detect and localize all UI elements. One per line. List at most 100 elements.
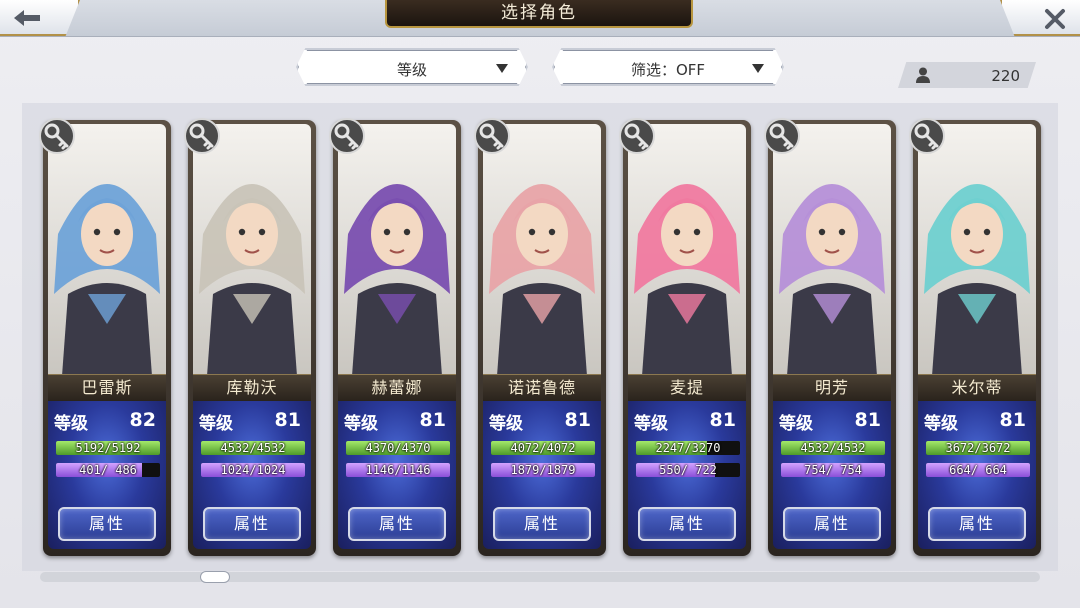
character-count: 220: [991, 67, 1020, 85]
character-card[interactable]: 库勒沃 等级 81 4532/4532 1024/1024 属性: [184, 118, 316, 556]
character-stats: 等级 81 2247/3270 550/ 722 属性: [628, 401, 746, 549]
character-stats: 等级 81 4072/4072 1879/1879 属性: [483, 401, 601, 549]
character-portrait: [918, 124, 1036, 376]
level-value: 81: [419, 409, 446, 431]
attributes-button[interactable]: 属性: [203, 507, 301, 541]
character-name: 库勒沃: [193, 374, 311, 402]
hp-bar: 4370/4370: [346, 441, 450, 455]
hp-value: 5192/5192: [75, 441, 141, 455]
level-value: 81: [564, 409, 591, 431]
level-label: 等级: [634, 414, 668, 434]
mp-value: 1024/1024: [220, 463, 286, 477]
level-value: 81: [854, 409, 881, 431]
mp-value: 1146/1146: [365, 463, 431, 477]
key-lock-icon: [184, 118, 220, 154]
sort-dropdown-label: 等级: [396, 61, 427, 79]
hp-bar: 4072/4072: [491, 441, 595, 455]
character-portrait: [628, 124, 746, 376]
hp-value: 2247/3270: [655, 441, 721, 455]
level-value: 81: [709, 409, 736, 431]
character-card[interactable]: 诺诺鲁德 等级 81 4072/4072 1879/1879 属性: [474, 118, 606, 556]
level-value: 82: [129, 409, 156, 431]
character-portrait-image: [48, 124, 166, 376]
character-card[interactable]: 明芳 等级 81 4532/4532 754/ 754 属性: [764, 118, 896, 556]
mp-value: 664/ 664: [949, 463, 1007, 477]
character-card[interactable]: 米尔蒂 等级 81 3672/3672 664/ 664 属性: [909, 118, 1041, 556]
attributes-button[interactable]: 属性: [783, 507, 881, 541]
level-label: 等级: [489, 414, 523, 434]
hp-bar: 4532/4532: [781, 441, 885, 455]
key-lock-icon: [764, 118, 800, 154]
back-arrow-icon: [14, 10, 40, 26]
hp-bar: 3672/3672: [926, 441, 1030, 455]
mp-bar: 664/ 664: [926, 463, 1030, 477]
scrollbar-thumb[interactable]: [200, 571, 230, 583]
character-stats: 等级 81 4532/4532 754/ 754 属性: [773, 401, 891, 549]
hp-value: 4532/4532: [220, 441, 286, 455]
character-name: 米尔蒂: [918, 374, 1036, 402]
character-portrait: [338, 124, 456, 376]
level-label: 等级: [344, 414, 378, 434]
character-card[interactable]: 麦提 等级 81 2247/3270 550/ 722 属性: [619, 118, 751, 556]
hp-bar: 2247/3270: [636, 441, 740, 455]
mp-bar: 1146/1146: [346, 463, 450, 477]
hp-value: 4072/4072: [510, 441, 576, 455]
mp-bar: 1879/1879: [491, 463, 595, 477]
character-name: 巴雷斯: [48, 374, 166, 402]
character-portrait-image: [773, 124, 891, 376]
character-portrait-image: [483, 124, 601, 376]
close-icon: [1045, 9, 1065, 29]
hp-value: 4532/4532: [800, 441, 866, 455]
level-label: 等级: [54, 414, 88, 434]
attributes-button[interactable]: 属性: [348, 507, 446, 541]
filter-dropdown[interactable]: 筛选：OFF: [552, 48, 784, 86]
mp-bar: 754/ 754: [781, 463, 885, 477]
horizontal-scrollbar[interactable]: [40, 572, 1040, 582]
person-icon: [916, 67, 930, 83]
character-count-badge: 220: [898, 62, 1036, 88]
character-portrait: [483, 124, 601, 376]
character-portrait-image: [338, 124, 456, 376]
attributes-button[interactable]: 属性: [638, 507, 736, 541]
character-stats: 等级 81 4370/4370 1146/1146 属性: [338, 401, 456, 549]
character-name: 麦提: [628, 374, 746, 402]
character-name: 明芳: [773, 374, 891, 402]
character-portrait-image: [628, 124, 746, 376]
character-card[interactable]: 赫蕾娜 等级 81 4370/4370 1146/1146 属性: [329, 118, 461, 556]
character-portrait-image: [918, 124, 1036, 376]
character-stats: 等级 81 4532/4532 1024/1024 属性: [193, 401, 311, 549]
attributes-button[interactable]: 属性: [928, 507, 1026, 541]
hp-value: 3672/3672: [945, 441, 1011, 455]
character-portrait-image: [193, 124, 311, 376]
level-label: 等级: [779, 414, 813, 434]
character-stats: 等级 82 5192/5192 401/ 486 属性: [48, 401, 166, 549]
level-label: 等级: [924, 414, 958, 434]
level-value: 81: [274, 409, 301, 431]
chevron-down-icon: [496, 64, 508, 73]
key-lock-icon: [909, 118, 945, 154]
attributes-button[interactable]: 属性: [58, 507, 156, 541]
mp-bar: 1024/1024: [201, 463, 305, 477]
level-label: 等级: [199, 414, 233, 434]
character-portrait: [193, 124, 311, 376]
filter-dropdown-label: 筛选：OFF: [630, 61, 706, 79]
character-stats: 等级 81 3672/3672 664/ 664 属性: [918, 401, 1036, 549]
character-card[interactable]: 巴雷斯 等级 82 5192/5192 401/ 486 属性: [39, 118, 171, 556]
attributes-button[interactable]: 属性: [493, 507, 591, 541]
hp-value: 4370/4370: [365, 441, 431, 455]
key-lock-icon: [329, 118, 365, 154]
key-lock-icon: [474, 118, 510, 154]
chevron-down-icon: [752, 64, 764, 73]
mp-value: 754/ 754: [804, 463, 862, 477]
character-name: 赫蕾娜: [338, 374, 456, 402]
hp-bar: 4532/4532: [201, 441, 305, 455]
mp-bar: 401/ 486: [56, 463, 160, 477]
key-lock-icon: [619, 118, 655, 154]
character-portrait: [773, 124, 891, 376]
level-value: 81: [999, 409, 1026, 431]
mp-value: 550/ 722: [659, 463, 717, 477]
mp-bar: 550/ 722: [636, 463, 740, 477]
character-portrait: [48, 124, 166, 376]
sort-dropdown[interactable]: 等级: [296, 48, 528, 86]
mp-value: 401/ 486: [79, 463, 137, 477]
